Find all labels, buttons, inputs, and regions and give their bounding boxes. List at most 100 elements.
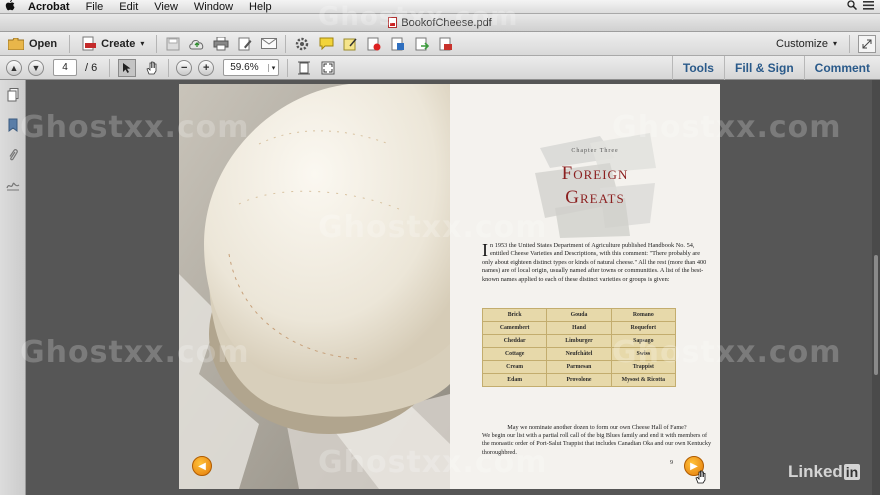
table-cell: Neufchâtel <box>546 347 612 361</box>
edit-pdf-icon[interactable] <box>237 37 253 51</box>
previous-page-button[interactable]: ▲ <box>6 59 22 76</box>
protect-pdf-icon[interactable] <box>438 37 454 51</box>
separator <box>287 58 289 77</box>
table-cell: Swiss <box>610 347 677 361</box>
arrow-left-icon: ◀ <box>198 460 206 472</box>
print-icon[interactable] <box>213 36 229 51</box>
closing-line-1: May we nominate another dozen to form ou… <box>507 424 687 431</box>
bookmark-icon[interactable] <box>0 110 26 140</box>
table-cell: Brick <box>481 308 548 322</box>
separator <box>168 58 170 77</box>
apple-icon[interactable] <box>0 0 20 14</box>
tools-pane-link[interactable]: Tools <box>671 55 724 80</box>
table-row: Cottage Neufchâtel Swiss <box>481 347 677 361</box>
vertical-scrollbar[interactable] <box>872 80 880 495</box>
save-icon[interactable] <box>165 37 181 51</box>
menu-bar: Acrobat File Edit View Window Help <box>0 0 880 14</box>
cheese-varieties-table: Brick Gouda Romano Camembert Hand Roquef… <box>481 308 677 387</box>
separator <box>285 34 287 53</box>
spotlight-icon[interactable] <box>847 0 858 13</box>
chevron-down-icon: ▾ <box>832 39 837 48</box>
menu-view[interactable]: View <box>146 1 186 13</box>
linkedin-text: Linked <box>788 462 843 481</box>
page-toolbar: ▲ ▼ 4 / 6 − + 59.6% ▾ Tools Fill & Sign … <box>0 55 880 80</box>
menu-window[interactable]: Window <box>186 1 241 13</box>
chapter-title-line2: Greats <box>565 187 625 208</box>
email-icon[interactable] <box>261 37 278 51</box>
select-tool-icon[interactable] <box>118 58 137 77</box>
customize-button[interactable]: Customize ▾ <box>768 33 845 55</box>
table-cell: Cream <box>481 360 548 374</box>
open-button[interactable]: Open <box>0 33 65 55</box>
separator <box>69 34 71 53</box>
table-row: Brick Gouda Romano <box>481 308 677 322</box>
chapter-heading: Chapter Three Foreign Greats <box>530 128 660 238</box>
page-number: 9 <box>670 460 673 466</box>
comment-bubble-icon[interactable] <box>318 37 334 51</box>
hand-tool-icon[interactable] <box>144 61 160 75</box>
fullscreen-icon[interactable] <box>858 34 876 53</box>
previous-page-arrow-button[interactable]: ◀ <box>192 456 212 476</box>
chapter-title: Foreign Greats <box>530 162 660 210</box>
table-cell: Cheddar <box>481 334 548 348</box>
sticky-note-icon[interactable] <box>342 37 358 51</box>
fill-sign-pane-link[interactable]: Fill & Sign <box>723 55 804 80</box>
table-row: Camembert Hand Roquefort <box>481 321 677 335</box>
cheese-photo <box>179 84 450 489</box>
customize-label: Customize <box>776 37 828 50</box>
table-cell: Camembert <box>481 321 548 335</box>
create-button[interactable]: Create ▾ <box>74 33 152 55</box>
menu-edit[interactable]: Edit <box>111 1 146 13</box>
comment-pane-link[interactable]: Comment <box>803 55 880 80</box>
table-cell: Limburger <box>546 334 612 348</box>
pdf-page-right: Chapter Three Foreign Greats In 1953 the… <box>450 84 720 489</box>
scrollbar-thumb[interactable] <box>874 255 878 375</box>
window-titlebar: BookofCheese.pdf <box>0 14 880 32</box>
table-cell: Provolone <box>546 373 612 387</box>
menu-help[interactable]: Help <box>241 1 280 13</box>
intro-text: n 1953 the United States Department of A… <box>482 242 707 283</box>
table-cell: Sapsago <box>610 334 677 348</box>
zoom-value: 59.6% <box>230 62 259 73</box>
menu-file[interactable]: File <box>78 1 112 13</box>
send-file-icon[interactable] <box>414 37 430 51</box>
table-cell: Romano <box>610 308 677 322</box>
table-cell: Gouda <box>546 308 612 322</box>
export-pdf-icon[interactable] <box>390 37 406 51</box>
table-cell: Edam <box>481 373 548 387</box>
table-row: Cream Parmesan Trappist <box>481 360 677 374</box>
zoom-level-input[interactable]: 59.6% ▾ <box>223 59 280 76</box>
linkedin-badge: in <box>843 464 861 480</box>
redact-icon[interactable] <box>366 37 382 51</box>
table-cell: Roquefort <box>610 321 677 335</box>
table-cell: Trappist <box>610 360 677 374</box>
chevron-down-icon[interactable]: ▾ <box>267 63 279 72</box>
table-row: Edam Provolone Mysost & Ricotta <box>481 373 677 387</box>
full-screen-mode-icon[interactable] <box>320 61 336 75</box>
separator <box>109 58 111 77</box>
arrow-down-icon: ▼ <box>31 62 41 73</box>
table-cell: Mysost & Ricotta <box>610 373 677 387</box>
separator <box>156 34 158 53</box>
open-label: Open <box>29 37 58 50</box>
page-thumbnails-icon[interactable] <box>0 80 26 110</box>
page-number-input[interactable]: 4 <box>53 59 77 76</box>
list-icon[interactable] <box>863 0 874 13</box>
fit-page-icon[interactable] <box>296 61 312 75</box>
chevron-down-icon: ▾ <box>140 39 145 48</box>
total-pages: / 6 <box>85 61 98 74</box>
gear-icon[interactable] <box>294 37 310 51</box>
signatures-icon[interactable] <box>0 170 26 200</box>
chapter-title-line1: Foreign <box>561 163 629 184</box>
table-cell: Hand <box>546 321 612 335</box>
table-row: Cheddar Limburger Sapsago <box>481 334 677 348</box>
zoom-out-button[interactable]: − <box>176 59 193 76</box>
navigation-pane <box>0 80 26 495</box>
table-cell: Cottage <box>481 347 548 361</box>
next-page-button[interactable]: ▼ <box>28 59 44 76</box>
arrow-up-icon: ▲ <box>9 62 19 73</box>
attachment-icon[interactable] <box>0 140 26 170</box>
menu-app[interactable]: Acrobat <box>20 1 78 13</box>
cloud-upload-icon[interactable] <box>189 37 205 51</box>
zoom-in-button[interactable]: + <box>198 59 215 76</box>
